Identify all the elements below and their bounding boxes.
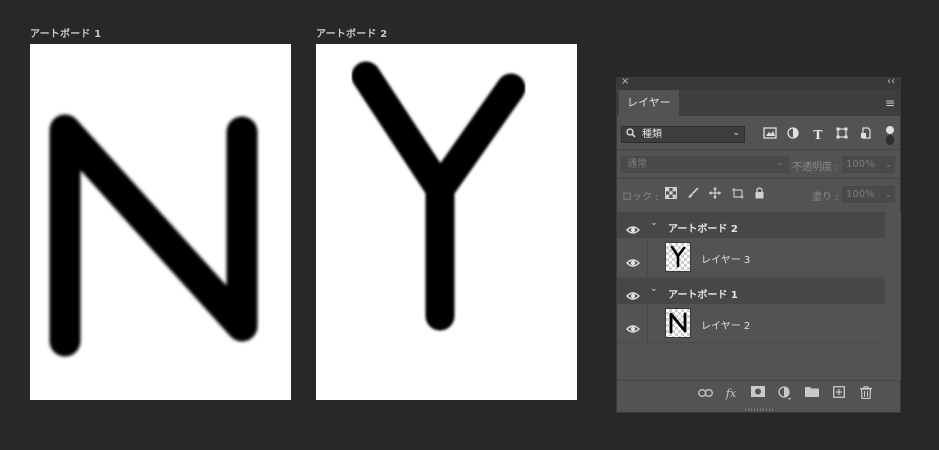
layer-row[interactable]: レイヤー 3 — [617, 238, 885, 277]
panel-resize-grip[interactable] — [745, 408, 773, 411]
visibility-eye-icon[interactable] — [626, 220, 640, 234]
artboard-1-label[interactable]: アートボード 1 — [30, 25, 101, 40]
lock-label: ロック : — [622, 192, 659, 203]
search-icon — [626, 127, 636, 144]
fill-dropdown-icon[interactable]: ⌄ — [882, 186, 895, 203]
letter-n-drawing — [49, 114, 258, 357]
layer-row[interactable]: レイヤー 2 — [617, 304, 885, 343]
tab-layers[interactable]: レイヤー — [619, 90, 679, 116]
layer-thumbnail-n[interactable] — [665, 308, 691, 338]
lock-transparent-pixels-icon[interactable] — [664, 187, 678, 201]
artboard-2[interactable] — [316, 44, 577, 400]
new-layer-icon[interactable] — [831, 386, 847, 402]
layers-scrollbar[interactable] — [885, 212, 901, 380]
fill-field[interactable]: 100% — [842, 186, 882, 203]
group-name: アートボード 1 — [668, 290, 738, 301]
smart-object-filter-icon[interactable] — [858, 127, 874, 143]
panel-menu-icon[interactable]: ≡ — [885, 96, 895, 110]
filter-row: 種類 ⌄ T — [617, 124, 900, 146]
mask-icon[interactable] — [750, 386, 766, 402]
layer-thumbnail-y[interactable] — [665, 242, 691, 272]
opacity-dropdown-icon[interactable]: ⌄ — [882, 156, 895, 173]
lock-image-pixels-icon[interactable] — [686, 187, 700, 201]
panel-tabbar: レイヤー ≡ — [617, 90, 900, 116]
collapse-icon[interactable]: ‹‹ — [887, 76, 895, 87]
blend-row: 通常 ⌄ 不透明度 : 100% ⌄ — [617, 155, 900, 175]
visibility-eye-icon[interactable] — [626, 319, 640, 333]
trash-icon[interactable] — [858, 386, 874, 402]
group-name: アートボード 2 — [668, 224, 738, 235]
pixel-layer-filter-icon[interactable] — [762, 127, 778, 143]
visibility-eye-icon[interactable] — [626, 286, 640, 300]
lock-row: ロック : 塗り : 100% ⌄ — [617, 185, 900, 205]
adjustment-icon[interactable] — [777, 386, 793, 402]
type-layer-filter-icon[interactable]: T — [810, 127, 826, 143]
chevron-down-icon[interactable]: ⌄ — [650, 284, 658, 294]
filter-kind-select[interactable]: 種類 ⌄ — [621, 126, 745, 143]
blend-mode-value: 通常 — [627, 159, 647, 170]
chevron-down-icon: ⌄ — [732, 128, 740, 138]
layer-group-row[interactable]: ⌄ アートボード 2 — [617, 212, 885, 238]
lock-all-icon[interactable] — [752, 187, 766, 201]
opacity-label: 不透明度 : — [792, 162, 839, 173]
layer-name: レイヤー 3 — [701, 255, 751, 266]
artboard-1[interactable] — [30, 44, 291, 400]
lock-position-icon[interactable] — [708, 187, 722, 201]
chevron-down-icon: ⌄ — [776, 158, 784, 168]
layer-name: レイヤー 2 — [701, 321, 751, 332]
panel-titlebar: × ‹‹ — [617, 76, 900, 90]
folder-icon[interactable] — [804, 386, 820, 402]
panel-bottom-bar: fx — [617, 380, 900, 407]
opacity-field[interactable]: 100% — [842, 156, 882, 173]
chevron-down-icon[interactable]: ⌄ — [650, 218, 658, 228]
fx-icon[interactable]: fx — [723, 386, 739, 402]
filter-toggle[interactable] — [885, 126, 895, 146]
adjustment-layer-filter-icon[interactable] — [785, 127, 801, 143]
letter-y-drawing — [351, 61, 526, 331]
link-icon[interactable] — [697, 386, 713, 402]
layer-group-row[interactable]: ⌄ アートボード 1 — [617, 278, 885, 304]
shape-layer-filter-icon[interactable] — [834, 127, 850, 143]
lock-artboard-icon[interactable] — [730, 187, 744, 201]
artboard-2-label[interactable]: アートボード 2 — [316, 25, 387, 40]
fill-label: 塗り : — [812, 192, 839, 203]
layers-panel: × ‹‹ レイヤー ≡ 種類 ⌄ T 通常 ⌄ 不透明度: 100% ⌄ ロッ… — [616, 76, 901, 413]
filter-kind-value: 種類 — [642, 129, 662, 140]
blend-mode-select[interactable]: 通常 ⌄ — [621, 156, 789, 173]
visibility-eye-icon[interactable] — [626, 253, 640, 267]
close-icon[interactable]: × — [621, 76, 629, 87]
